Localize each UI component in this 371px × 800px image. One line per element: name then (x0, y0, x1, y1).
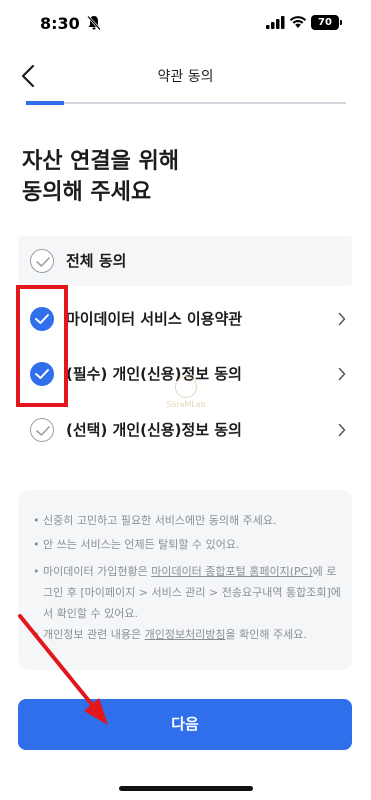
battery-indicator: 70 (311, 15, 342, 30)
page-title: 약관 동의 (157, 69, 214, 85)
mydata-portal-link[interactable]: 마이데이터 종합포털 홈페이지(PC) (151, 565, 312, 578)
notice-text-segment: 마이데이터 가입현황은 (43, 565, 152, 578)
progress-bar-fill (26, 101, 65, 105)
privacy-policy-link[interactable]: 개인정보처리방침 (145, 628, 226, 641)
notice-text-segment: 개인정보 관련 내용은 (43, 628, 145, 641)
heading-line-1: 자산 연결을 위해 (22, 149, 179, 174)
watermark-ring-icon (175, 376, 197, 398)
consent-item-mydata-terms[interactable]: 마이데이터 서비스 이용약관 (18, 294, 352, 344)
cellular-signal-icon (266, 16, 285, 29)
check-icon (36, 257, 50, 267)
consent-item-label: (선택) 개인(신용)정보 동의 (66, 421, 242, 439)
heading-line-2: 동의해 주세요 (22, 180, 152, 205)
home-indicator (119, 786, 253, 791)
chevron-right-icon[interactable] (338, 367, 346, 381)
notice-text: 안 쓰는 서비스는 언제든 탈퇴할 수 있어요. (43, 538, 240, 551)
chevron-right-icon[interactable] (338, 423, 346, 437)
notice-box: • 신중히 고민하고 필요한 서비스에만 동의해 주세요. • 안 쓰는 서비스… (18, 490, 352, 670)
watermark-logo: SoraMLab (150, 376, 222, 416)
chevron-right-icon[interactable] (338, 312, 346, 326)
bullet: • (33, 538, 40, 551)
consent-item-label: 마이데이터 서비스 이용약관 (66, 310, 243, 328)
next-button[interactable]: 다음 (18, 699, 352, 750)
bullet: • (33, 628, 40, 641)
progress-bar (26, 101, 346, 105)
notice-text: 신중히 고민하고 필요한 서비스에만 동의해 주세요. (43, 514, 277, 527)
agree-all-label: 전체 동의 (66, 252, 127, 270)
heading: 자산 연결을 위해 동의해 주세요 (22, 146, 179, 208)
bullet: • (33, 514, 40, 527)
wifi-icon (289, 16, 307, 28)
bell-muted-icon (87, 15, 101, 31)
bullet: • (33, 565, 40, 578)
agree-all-row[interactable]: 전체 동의 (18, 236, 352, 286)
agree-all-checkbox[interactable] (30, 249, 54, 273)
watermark-text: SoraMLab (166, 400, 206, 409)
status-bar: 8:30 70 (0, 0, 371, 48)
check-icon (36, 426, 50, 436)
highlight-box-annotation (16, 285, 68, 407)
optional-personal-info-checkbox[interactable] (30, 418, 54, 442)
notice-text-segment: 을 확인해 주세요. (225, 628, 307, 641)
notice-text: 개인정보 관련 내용은 개인정보처리방침을 확인해 주세요. (43, 624, 343, 645)
status-time: 8:30 (40, 14, 80, 33)
notice-text: 마이데이터 가입현황은 마이데이터 종합포털 홈페이지(PC)에 로그인 후 [… (43, 561, 343, 624)
